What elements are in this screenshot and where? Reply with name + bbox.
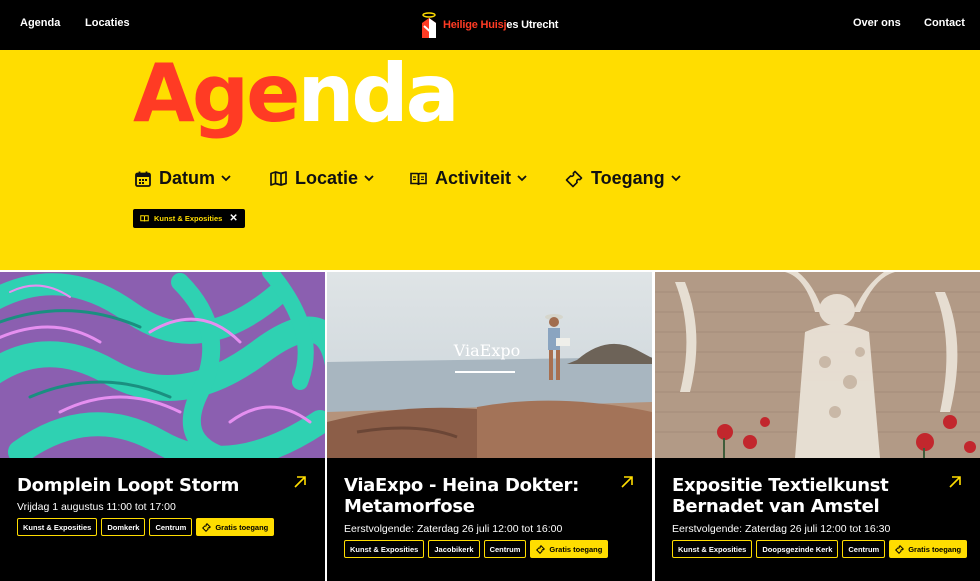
tag-category[interactable]: Kunst & Exposities — [672, 540, 753, 558]
ticket-icon — [895, 544, 905, 554]
event-date: Eerstvolgende: Zaterdag 26 juli 12:00 to… — [672, 523, 891, 535]
filter-activiteit[interactable]: Activiteit — [410, 168, 527, 189]
event-card[interactable]: Domplein Loopt Storm Vrijdag 1 augustus … — [0, 272, 325, 581]
event-card[interactable]: Expositie Textielkunst Bernadet van Amst… — [655, 272, 980, 581]
tag-access-label: Gratis toegang — [549, 544, 603, 554]
calendar-icon — [135, 171, 151, 187]
filter-label: Activiteit — [435, 168, 512, 188]
event-title[interactable]: ViaExpo - Heina Dokter: Metamorfose — [344, 475, 604, 517]
chevron-down-icon — [671, 175, 681, 182]
logo-text-red: Heilige Huisj — [443, 19, 507, 31]
house-logo-icon — [420, 11, 438, 39]
filter-locatie[interactable]: Locatie — [270, 168, 374, 189]
nav-link-contact[interactable]: Contact — [924, 17, 965, 29]
tag-location[interactable]: Doopsgezinde Kerk — [756, 540, 839, 558]
tag-area[interactable]: Centrum — [483, 540, 527, 558]
hero-section: Agenda Datum Locatie Activiteit Toegang … — [0, 50, 980, 270]
tag-location[interactable]: Domkerk — [101, 518, 146, 536]
nav-link-locaties[interactable]: Locaties — [85, 17, 130, 29]
tag-area[interactable]: Centrum — [842, 540, 886, 558]
tag-category[interactable]: Kunst & Exposities — [344, 540, 425, 558]
image-caption: ViaExpo — [453, 341, 521, 360]
arrow-up-right-icon[interactable] — [620, 475, 634, 489]
map-icon — [270, 171, 287, 186]
active-filter-label: Kunst & Exposities — [154, 214, 223, 223]
logo-text-white: es Utrecht — [506, 19, 559, 31]
tag-access[interactable]: Gratis toegang — [196, 518, 275, 536]
event-title[interactable]: Expositie Textielkunst Bernadet van Amst… — [672, 475, 932, 517]
tag-list: Kunst & Exposities Doopsgezinde Kerk Cen… — [672, 540, 968, 558]
site-logo[interactable]: Heilige Huisjes Utrecht — [420, 10, 558, 40]
page-title: Agenda — [133, 54, 460, 134]
top-navigation: Agenda Locaties Heilige Huisjes Utrecht … — [0, 0, 980, 50]
nav-link-agenda[interactable]: Agenda — [20, 17, 60, 29]
nav-link-over-ons[interactable]: Over ons — [853, 17, 901, 29]
tag-list: Kunst & Exposities Domkerk Centrum Grati… — [17, 518, 275, 536]
filter-label: Locatie — [295, 168, 359, 188]
event-list: Domplein Loopt Storm Vrijdag 1 augustus … — [0, 270, 980, 581]
event-date: Eerstvolgende: Zaterdag 26 juli 12:00 to… — [344, 523, 563, 535]
chevron-down-icon — [221, 175, 231, 182]
tag-category[interactable]: Kunst & Exposities — [17, 518, 98, 536]
chevron-down-icon — [364, 175, 374, 182]
filter-datum[interactable]: Datum — [135, 168, 231, 189]
book-icon — [410, 172, 427, 185]
tag-access-label: Gratis toegang — [215, 522, 269, 532]
tag-area[interactable]: Centrum — [149, 518, 193, 536]
arrow-up-right-icon[interactable] — [293, 475, 307, 489]
tag-access-label: Gratis toegang — [908, 544, 962, 554]
tag-access[interactable]: Gratis toegang — [530, 540, 609, 558]
event-date: Vrijdag 1 augustus 11:00 tot 17:00 — [17, 501, 176, 513]
ticket-icon — [536, 544, 546, 554]
chevron-down-icon — [517, 175, 527, 182]
close-icon[interactable]: ✕ — [229, 213, 237, 224]
event-card[interactable]: ViaExpo ViaExpo - Heina Dokter: Metamorf… — [327, 272, 652, 581]
page-title-white: nda — [297, 47, 459, 140]
event-image — [655, 272, 980, 458]
filter-toegang[interactable]: Toegang — [565, 168, 681, 189]
ticket-icon — [202, 522, 212, 532]
active-filter-chip[interactable]: Kunst & Exposities ✕ — [133, 209, 245, 228]
filter-label: Toegang — [591, 168, 665, 188]
tag-access[interactable]: Gratis toegang — [889, 540, 968, 558]
tag-location[interactable]: Jacobikerk — [428, 540, 480, 558]
filter-label: Datum — [159, 168, 216, 188]
book-icon — [140, 215, 149, 222]
ticket-icon — [565, 170, 583, 187]
page-title-red: Age — [133, 47, 300, 140]
event-image — [0, 272, 325, 458]
tag-list: Kunst & Exposities Jacobikerk Centrum Gr… — [344, 540, 609, 558]
arrow-up-right-icon[interactable] — [948, 475, 962, 489]
event-image: ViaExpo — [327, 272, 652, 458]
event-title[interactable]: Domplein Loopt Storm — [17, 475, 277, 496]
